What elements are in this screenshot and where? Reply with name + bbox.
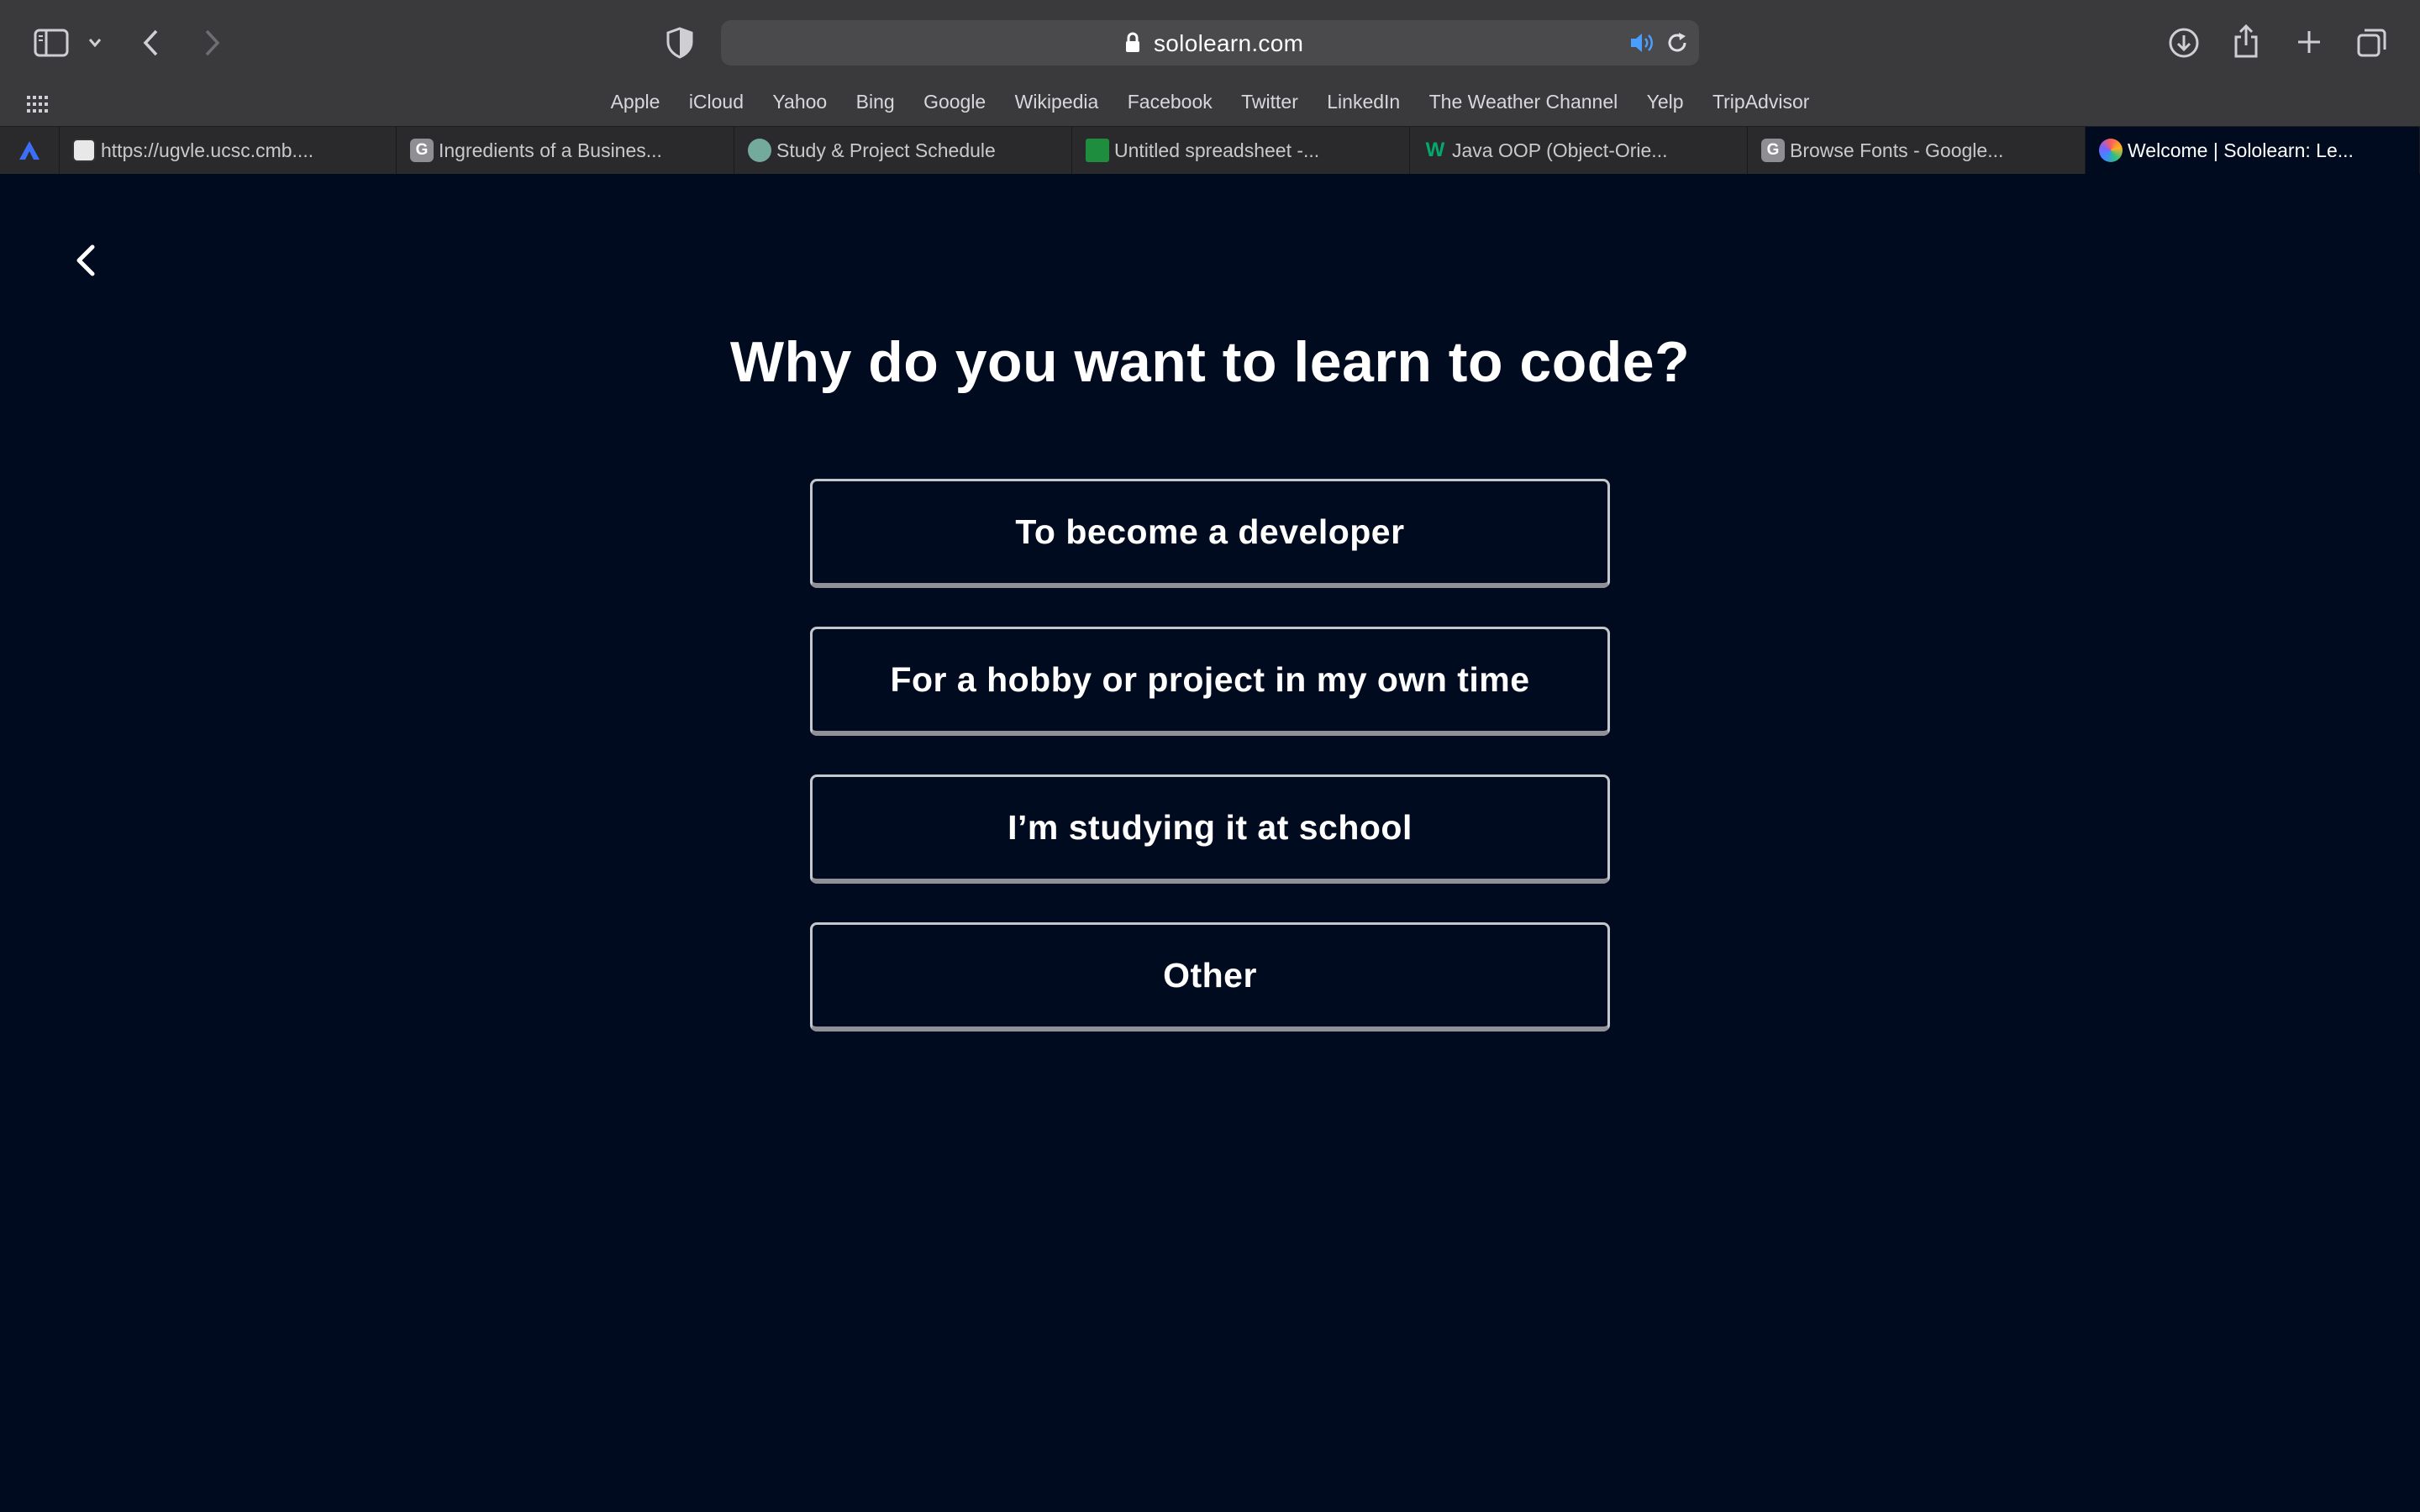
sidebar-toggle-icon[interactable] [34, 29, 69, 57]
tab-sololearn[interactable]: Welcome | Sololearn: Le... [2086, 127, 2420, 174]
favorite-wikipedia[interactable]: Wikipedia [1015, 91, 1099, 113]
ugvle-favicon-icon [72, 139, 96, 162]
sheets-favicon-icon [1086, 139, 1109, 162]
sololearn-favicon-icon [2099, 139, 2123, 162]
tab-spreadsheet[interactable]: Untitled spreadsheet -... [1072, 127, 1410, 174]
tab-label: Ingredients of a Busines... [439, 139, 662, 161]
favorite-tripadvisor[interactable]: TripAdvisor [1712, 91, 1809, 113]
tab-label: https://ugvle.ucsc.cmb.... [101, 139, 314, 161]
tab-java-oop[interactable]: W Java OOP (Object-Orie... [1410, 127, 1748, 174]
favorite-yelp[interactable]: Yelp [1647, 91, 1684, 113]
url-text: sololearn.com [1154, 30, 1304, 56]
forward-icon[interactable] [202, 29, 222, 57]
downloads-icon[interactable] [2168, 27, 2200, 59]
privacy-shield-icon[interactable] [666, 27, 694, 59]
option-become-developer[interactable]: To become a developer [810, 479, 1610, 588]
tab-label: Welcome | Sololearn: Le... [2128, 139, 2354, 161]
tab-browse-fonts[interactable]: G Browse Fonts - Google... [1748, 127, 2086, 174]
option-studying-school[interactable]: I’m studying it at school [810, 774, 1610, 884]
back-arrow-icon[interactable] [69, 244, 103, 277]
browser-toolbar: sololearn.com [0, 0, 2420, 87]
chevron-down-icon[interactable] [87, 37, 103, 49]
tab-label: Browse Fonts - Google... [1790, 139, 2004, 161]
tab-label: Study & Project Schedule [776, 139, 996, 161]
favorite-weather-channel[interactable]: The Weather Channel [1429, 91, 1618, 113]
favorite-bing[interactable]: Bing [856, 91, 895, 113]
favorite-twitter[interactable]: Twitter [1241, 91, 1298, 113]
tab-overview-icon[interactable] [2356, 27, 2388, 59]
tab-ingredients[interactable]: G Ingredients of a Busines... [397, 127, 734, 174]
favorite-apple[interactable]: Apple [611, 91, 660, 113]
back-icon[interactable] [141, 29, 161, 57]
pinned-tab-logo-icon [19, 141, 39, 160]
favorite-linkedin[interactable]: LinkedIn [1327, 91, 1400, 113]
w3schools-favicon-icon: W [1425, 139, 1445, 161]
tab-bar: https://ugvle.ucsc.cmb.... G Ingredients… [0, 126, 2420, 174]
chatgpt-favicon-icon [748, 139, 771, 162]
audio-playing-icon[interactable] [1628, 31, 1655, 59]
answer-options: To become a developer For a hobby or pro… [810, 479, 1610, 1070]
favorite-facebook[interactable]: Facebook [1128, 91, 1213, 113]
favorite-icloud[interactable]: iCloud [689, 91, 744, 113]
page-title: Why do you want to learn to code? [729, 330, 1691, 394]
g-favicon-icon: G [410, 139, 434, 162]
lock-icon [1124, 32, 1141, 58]
reload-icon[interactable] [1665, 31, 1689, 59]
favorite-yahoo[interactable]: Yahoo [772, 91, 827, 113]
option-other[interactable]: Other [810, 922, 1610, 1032]
favorite-google[interactable]: Google [923, 91, 986, 113]
share-icon[interactable] [2232, 24, 2260, 59]
tab-label: Java OOP (Object-Orie... [1452, 139, 1668, 161]
option-hobby-project[interactable]: For a hobby or project in my own time [810, 627, 1610, 736]
tab-study-schedule[interactable]: Study & Project Schedule [734, 127, 1072, 174]
pinned-tab[interactable] [0, 127, 60, 174]
new-tab-icon[interactable] [2296, 29, 2323, 55]
tab-ugvle[interactable]: https://ugvle.ucsc.cmb.... [59, 127, 397, 174]
favorites-bar: Apple iCloud Yahoo Bing Google Wikipedia… [0, 87, 2420, 126]
tab-label: Untitled spreadsheet -... [1114, 139, 1320, 161]
address-bar[interactable]: sololearn.com [721, 20, 1699, 66]
favorites-list: Apple iCloud Yahoo Bing Google Wikipedia… [0, 91, 2420, 113]
g-favicon-icon: G [1761, 139, 1785, 162]
